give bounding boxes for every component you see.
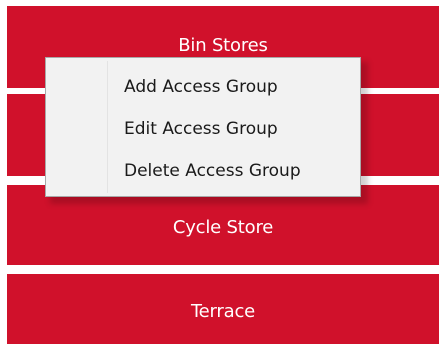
area-tile-label: Bin Stores bbox=[178, 34, 268, 56]
menu-item-add-access-group[interactable]: Add Access Group bbox=[48, 68, 358, 106]
context-menu: Add Access Group Edit Access Group Delet… bbox=[45, 57, 361, 197]
menu-item-delete-access-group[interactable]: Delete Access Group bbox=[48, 152, 358, 190]
menu-item-edit-access-group[interactable]: Edit Access Group bbox=[48, 110, 358, 148]
menu-item-label: Edit Access Group bbox=[124, 119, 278, 139]
menu-item-label: Delete Access Group bbox=[124, 161, 301, 181]
area-tile-label: Cycle Store bbox=[172, 216, 274, 238]
area-tile-terrace[interactable]: Terrace bbox=[7, 274, 439, 344]
area-tile-label: Terrace bbox=[190, 300, 256, 322]
access-areas-panel: Bin Stores Cycle Store Terrace Add Acces… bbox=[0, 0, 447, 351]
menu-item-label: Add Access Group bbox=[124, 77, 278, 97]
